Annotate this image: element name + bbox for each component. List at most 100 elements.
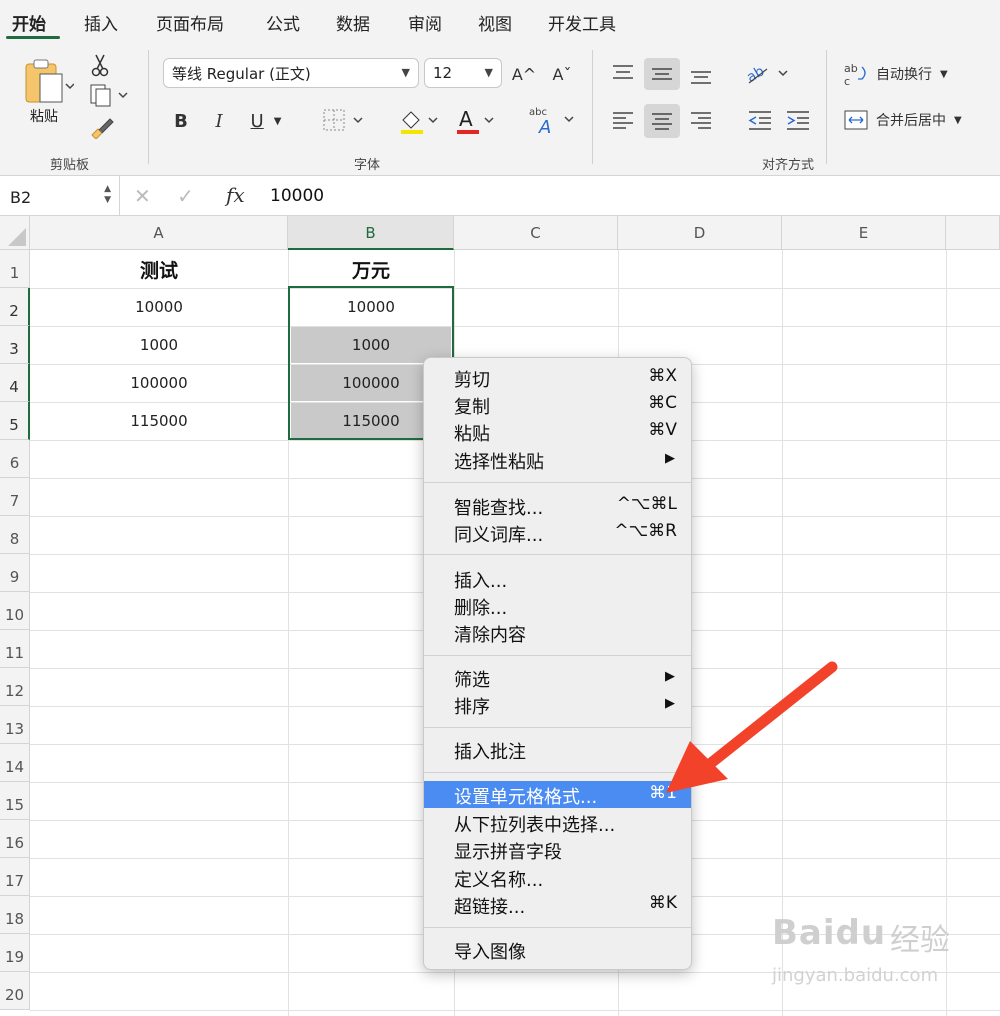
row-header-12[interactable]: 12 bbox=[0, 668, 30, 706]
row-header-11[interactable]: 11 bbox=[0, 630, 30, 668]
tab-view[interactable]: 视图 bbox=[478, 10, 512, 35]
submenu-arrow-icon: ▶ bbox=[665, 451, 675, 466]
menu-item-cut[interactable]: 剪切 ⌘X bbox=[424, 364, 691, 391]
menu-item-insert[interactable]: 插入... bbox=[424, 565, 691, 592]
menu-item-paste-special[interactable]: 选择性粘贴 ▶ bbox=[424, 446, 691, 473]
wrap-text-icon: ab c bbox=[844, 62, 866, 87]
menu-item-thesaurus[interactable]: 同义词库... ^⌥⌘R bbox=[424, 519, 691, 546]
name-box[interactable]: B2 ▲ ▼ bbox=[0, 176, 120, 216]
align-bottom-button[interactable] bbox=[684, 58, 718, 90]
menu-item-copy[interactable]: 复制 ⌘C bbox=[424, 391, 691, 418]
row-header-1[interactable]: 1 bbox=[0, 250, 30, 288]
decrease-font-button[interactable]: Aˇ bbox=[548, 60, 576, 88]
tab-home[interactable]: 开始 bbox=[12, 10, 46, 35]
tab-data[interactable]: 数据 bbox=[336, 10, 370, 35]
cell-b1[interactable]: 万元 bbox=[288, 256, 454, 283]
menu-item-smart-lookup[interactable]: 智能查找... ^⌥⌘L bbox=[424, 492, 691, 519]
font-name-dropdown[interactable]: 等线 Regular (正文) ▼ bbox=[163, 58, 419, 88]
cell-a4[interactable]: 100000 bbox=[30, 374, 288, 392]
clipboard-icon bbox=[25, 59, 74, 103]
tab-page-layout[interactable]: 页面布局 bbox=[156, 10, 224, 35]
decrease-indent-button[interactable] bbox=[744, 104, 776, 136]
menu-item-delete[interactable]: 删除... bbox=[424, 592, 691, 619]
align-middle-button[interactable] bbox=[644, 58, 680, 90]
column-header-f[interactable] bbox=[946, 216, 1000, 250]
fill-color-button[interactable] bbox=[396, 104, 444, 138]
menu-item-clear-contents[interactable]: 清除内容 bbox=[424, 619, 691, 646]
italic-button[interactable]: I bbox=[206, 106, 232, 136]
column-header-a[interactable]: A bbox=[30, 216, 288, 250]
row-header-6[interactable]: 6 bbox=[0, 440, 30, 478]
merge-center-button[interactable]: 合并后居中 ▼ bbox=[842, 106, 982, 134]
increase-indent-button[interactable] bbox=[782, 104, 814, 136]
copy-button[interactable] bbox=[86, 82, 132, 108]
menu-item-paste[interactable]: 粘贴 ⌘V bbox=[424, 418, 691, 445]
menu-item-show-phonetic[interactable]: 显示拼音字段 bbox=[424, 836, 691, 863]
increase-font-button[interactable]: A^ bbox=[510, 60, 538, 88]
tab-developer[interactable]: 开发工具 bbox=[548, 10, 616, 35]
phonetic-button[interactable]: abc A bbox=[526, 102, 578, 138]
tab-formulas[interactable]: 公式 bbox=[266, 10, 300, 35]
bold-button[interactable]: B bbox=[168, 106, 194, 136]
row-header-17[interactable]: 17 bbox=[0, 858, 30, 896]
row-header-8[interactable]: 8 bbox=[0, 516, 30, 554]
cell-a1[interactable]: 测试 bbox=[30, 256, 288, 283]
font-color-button[interactable]: A bbox=[452, 104, 500, 138]
tab-review[interactable]: 审阅 bbox=[408, 10, 442, 35]
paste-button[interactable] bbox=[18, 54, 78, 110]
row-header-5[interactable]: 5 bbox=[0, 402, 30, 440]
row-header-2[interactable]: 2 bbox=[0, 288, 30, 326]
wrap-text-button[interactable]: ab c 自动换行 ▼ bbox=[842, 60, 972, 88]
brush-icon bbox=[91, 118, 114, 139]
underline-icon: U bbox=[250, 110, 264, 132]
row-header-13[interactable]: 13 bbox=[0, 706, 30, 744]
name-box-stepper-icon[interactable]: ▲ ▼ bbox=[104, 184, 111, 206]
format-painter-button[interactable] bbox=[86, 114, 116, 140]
phonetic-guide-icon: abc A bbox=[529, 107, 574, 137]
row-header-20[interactable]: 20 bbox=[0, 972, 30, 1010]
select-all-corner[interactable] bbox=[0, 216, 30, 250]
svg-text:A: A bbox=[538, 117, 551, 137]
formula-bar: B2 ▲ ▼ ✕ ✓ fx 10000 bbox=[0, 176, 1000, 216]
align-center-button[interactable] bbox=[644, 104, 680, 138]
confirm-formula-icon[interactable]: ✓ bbox=[177, 184, 194, 208]
ribbon: 粘贴 剪贴板 等线 Regular (正文) ▼ 12 ▼ A^ Aˇ B I … bbox=[0, 42, 1000, 176]
borders-button[interactable] bbox=[318, 104, 372, 136]
align-center-icon bbox=[652, 113, 672, 130]
font-size-dropdown[interactable]: 12 ▼ bbox=[424, 58, 502, 88]
column-header-e[interactable]: E bbox=[782, 216, 946, 250]
row-header-10[interactable]: 10 bbox=[0, 592, 30, 630]
row-header-7[interactable]: 7 bbox=[0, 478, 30, 516]
outdent-icon bbox=[748, 111, 771, 130]
cancel-formula-icon[interactable]: ✕ bbox=[134, 184, 151, 208]
cell-a2[interactable]: 10000 bbox=[30, 298, 288, 316]
column-header-c[interactable]: C bbox=[454, 216, 618, 250]
align-right-button[interactable] bbox=[684, 104, 718, 136]
row-header-3[interactable]: 3 bbox=[0, 326, 30, 364]
row-header-14[interactable]: 14 bbox=[0, 744, 30, 782]
orientation-button[interactable]: ab bbox=[744, 58, 794, 90]
row-header-9[interactable]: 9 bbox=[0, 554, 30, 592]
row-header-16[interactable]: 16 bbox=[0, 820, 30, 858]
menu-item-hyperlink[interactable]: 超链接... ⌘K bbox=[424, 891, 691, 918]
cut-button[interactable] bbox=[88, 52, 112, 78]
align-top-button[interactable] bbox=[606, 58, 640, 90]
row-header-15[interactable]: 15 bbox=[0, 782, 30, 820]
row-header-19[interactable]: 19 bbox=[0, 934, 30, 972]
gridline bbox=[30, 1010, 1000, 1011]
gridline bbox=[30, 288, 1000, 289]
menu-item-import-image[interactable]: 导入图像 bbox=[424, 936, 691, 963]
menu-item-pick-from-list[interactable]: 从下拉列表中选择... bbox=[424, 809, 691, 836]
formula-input[interactable]: 10000 bbox=[270, 186, 324, 206]
align-left-button[interactable] bbox=[606, 104, 640, 136]
row-header-18[interactable]: 18 bbox=[0, 896, 30, 934]
cell-a3[interactable]: 1000 bbox=[30, 336, 288, 354]
row-header-4[interactable]: 4 bbox=[0, 364, 30, 402]
cell-a5[interactable]: 115000 bbox=[30, 412, 288, 430]
menu-item-define-name[interactable]: 定义名称... bbox=[424, 864, 691, 891]
column-header-d[interactable]: D bbox=[618, 216, 782, 250]
underline-button[interactable]: U ▼ bbox=[242, 106, 290, 136]
column-header-b[interactable]: B bbox=[288, 216, 454, 250]
tab-insert[interactable]: 插入 bbox=[84, 10, 118, 35]
insert-function-icon[interactable]: fx bbox=[226, 183, 245, 207]
